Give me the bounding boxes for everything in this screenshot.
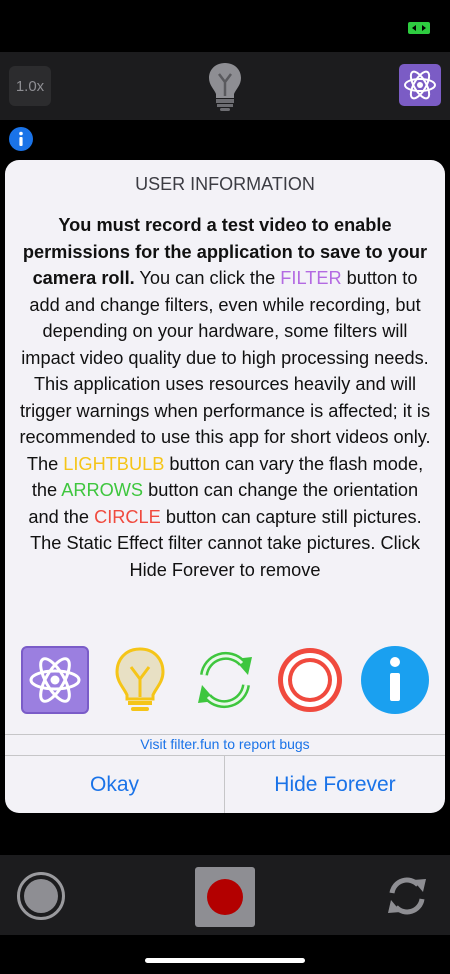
legend-icon-row xyxy=(5,645,445,715)
message-text: button to add and change filters, even w… xyxy=(19,268,431,474)
zoom-button[interactable]: 1.0x xyxy=(9,66,51,106)
dialog-title: USER INFORMATION xyxy=(135,174,315,194)
rotate-camera-icon[interactable] xyxy=(384,873,430,919)
message-scroll-area[interactable]: You must record a test video to enable p… xyxy=(17,212,433,627)
atom-filter-icon xyxy=(21,646,89,714)
atom-icon xyxy=(404,70,436,100)
keyword-lightbulb: LIGHTBULB xyxy=(63,453,165,474)
okay-button[interactable]: Okay xyxy=(5,756,224,813)
home-indicator xyxy=(145,958,305,963)
rotate-arrows-icon xyxy=(198,651,252,709)
record-button[interactable] xyxy=(195,867,255,927)
status-bar xyxy=(0,0,450,52)
keyword-filter: FILTER xyxy=(280,268,342,288)
dialog-message: You must record a test video to enable p… xyxy=(17,212,433,583)
message-text: You can click the xyxy=(134,268,281,288)
camera-switch-indicator-icon xyxy=(408,22,430,34)
filter-button[interactable] xyxy=(399,64,441,106)
divider xyxy=(5,734,445,735)
flash-lightbulb-icon[interactable] xyxy=(205,60,245,112)
hide-forever-button[interactable]: Hide Forever xyxy=(225,756,445,813)
record-dot-icon xyxy=(207,879,243,915)
bottom-toolbar xyxy=(0,855,450,935)
info-icon xyxy=(361,646,429,714)
keyword-circle: CIRCLE xyxy=(94,506,161,527)
circle-capture-icon xyxy=(278,648,342,712)
keyword-arrows: ARROWS xyxy=(61,480,144,500)
report-bugs-link[interactable]: Visit filter.fun to report bugs xyxy=(5,736,445,752)
user-information-dialog: USER INFORMATION You must record a test … xyxy=(5,160,445,813)
capture-photo-button[interactable] xyxy=(16,871,66,921)
info-icon[interactable] xyxy=(9,127,33,151)
lightbulb-icon xyxy=(115,647,165,711)
